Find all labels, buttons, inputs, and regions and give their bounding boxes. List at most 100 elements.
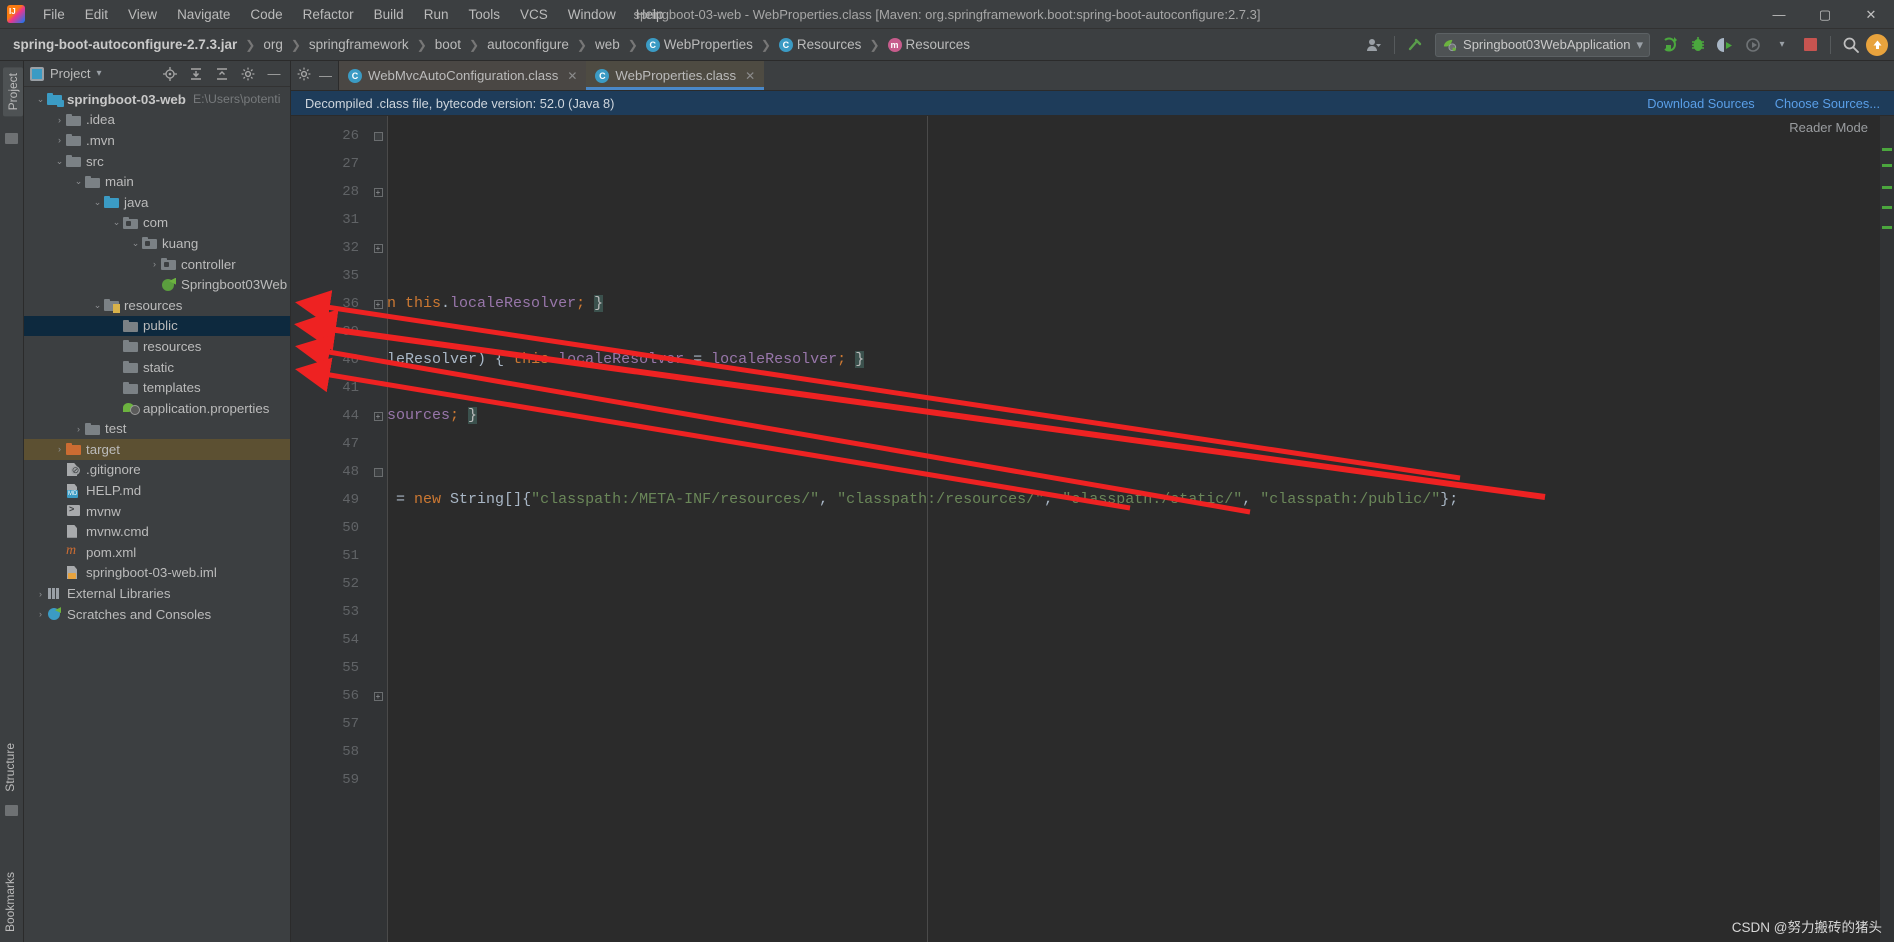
stop-button[interactable]: [1797, 33, 1823, 57]
run-button[interactable]: [1657, 33, 1683, 57]
fold-collapse-icon[interactable]: [373, 131, 383, 141]
profiler-button[interactable]: [1741, 33, 1767, 57]
fold-expand-icon[interactable]: +: [373, 411, 383, 421]
code-line[interactable]: [387, 318, 1894, 346]
choose-sources-link[interactable]: Choose Sources...: [1775, 96, 1880, 111]
tree-node-java[interactable]: ⌄ java: [24, 192, 290, 213]
breadcrumb[interactable]: spring-boot-autoconfigure-2.7.3.jar ❯ org ❯…: [10, 35, 1361, 54]
editor-tab[interactable]: C WebProperties.class ✕: [586, 61, 765, 90]
chevron-right-icon[interactable]: ›: [53, 135, 66, 145]
menu-item-edit[interactable]: Edit: [75, 3, 118, 26]
tree-node-external-libraries[interactable]: › External Libraries: [24, 583, 290, 604]
tree-node-com[interactable]: ⌄ com: [24, 213, 290, 234]
fold-marker[interactable]: +: [369, 402, 387, 430]
chevron-right-icon[interactable]: ›: [72, 424, 85, 434]
update-available-icon[interactable]: [1866, 33, 1888, 56]
tree-node-mvnw-cmd[interactable]: mvnw.cmd: [24, 521, 290, 542]
tree-node-resources[interactable]: ⌄ resources: [24, 295, 290, 316]
breadcrumb-item[interactable]: C Resources: [776, 35, 865, 54]
breadcrumb-item[interactable]: C WebProperties: [643, 35, 756, 54]
fold-marker[interactable]: +: [369, 290, 387, 318]
menu-item-build[interactable]: Build: [364, 3, 414, 26]
tool-window-project[interactable]: Project: [3, 67, 23, 117]
build-hammer-icon[interactable]: [1402, 33, 1428, 57]
fold-marker[interactable]: [369, 122, 387, 150]
code-line[interactable]: [387, 234, 1894, 262]
maximize-button[interactable]: ▢: [1802, 0, 1848, 29]
code-line[interactable]: [387, 206, 1894, 234]
menu-item-help[interactable]: Help: [626, 3, 674, 26]
code-line[interactable]: [387, 514, 1894, 542]
user-icon[interactable]: [1361, 33, 1387, 57]
code-line[interactable]: [387, 570, 1894, 598]
locate-icon[interactable]: [160, 64, 180, 84]
breadcrumb-item[interactable]: boot: [432, 35, 464, 54]
fold-expand-icon[interactable]: +: [373, 691, 383, 701]
tree-node--idea[interactable]: › .idea: [24, 110, 290, 131]
chevron-right-icon[interactable]: ›: [53, 444, 66, 454]
menu-item-refactor[interactable]: Refactor: [293, 3, 364, 26]
code-line[interactable]: [387, 150, 1894, 178]
close-button[interactable]: ✕: [1848, 0, 1894, 29]
settings-gear-icon[interactable]: [297, 67, 311, 84]
code-line[interactable]: [387, 766, 1894, 794]
code-folding-column[interactable]: + + + + +: [369, 116, 387, 942]
hide-editor-icon[interactable]: —: [319, 68, 332, 83]
breadcrumb-item[interactable]: spring-boot-autoconfigure-2.7.3.jar: [10, 35, 240, 54]
hide-panel-icon[interactable]: —: [264, 64, 284, 84]
chevron-down-icon[interactable]: ⌄: [110, 217, 123, 228]
tree-node-help-md[interactable]: HELP.md: [24, 480, 290, 501]
search-everywhere-icon[interactable]: [1838, 33, 1864, 57]
tree-node-springboot03web[interactable]: Springboot03Web: [24, 274, 290, 295]
close-icon[interactable]: ✕: [745, 69, 755, 83]
tree-node-target[interactable]: › target: [24, 439, 290, 460]
fold-expand-icon[interactable]: +: [373, 243, 383, 253]
settings-gear-icon[interactable]: [238, 64, 258, 84]
chevron-right-icon[interactable]: ›: [34, 589, 47, 599]
chevron-down-icon[interactable]: ⌄: [91, 300, 104, 311]
menu-bar[interactable]: File Edit View Navigate Code Refactor Build Run…: [33, 3, 674, 26]
code-line[interactable]: [387, 598, 1894, 626]
tree-node--gitignore[interactable]: .gitignore: [24, 460, 290, 481]
menu-item-navigate[interactable]: Navigate: [167, 3, 240, 26]
window-controls[interactable]: — ▢ ✕: [1756, 0, 1894, 29]
tree-node-main[interactable]: ⌄ main: [24, 171, 290, 192]
code-content[interactable]: n this.localeResolver; } leResolver) { th…: [387, 116, 1894, 942]
breadcrumb-item[interactable]: autoconfigure: [484, 35, 572, 54]
tree-node-mvnw[interactable]: mvnw: [24, 501, 290, 522]
code-editor[interactable]: 26 27 28 31 32 35 36 39 40 41 44 47 48 49 50 51 52 53 54 55…: [291, 116, 1894, 942]
breadcrumb-item[interactable]: org: [260, 35, 286, 54]
menu-item-run[interactable]: Run: [414, 3, 459, 26]
project-tree[interactable]: ⌄ springboot-03-web E:\Users\potenti › .idea…: [24, 87, 290, 942]
chevron-down-icon[interactable]: ⌄: [72, 176, 85, 187]
fold-marker[interactable]: +: [369, 178, 387, 206]
tool-window-bookmarks[interactable]: Bookmarks: [3, 872, 17, 932]
tree-node-kuang[interactable]: ⌄ kuang: [24, 233, 290, 254]
menu-item-window[interactable]: Window: [558, 3, 626, 26]
run-configuration-selector[interactable]: Springboot03WebApplication ▾: [1435, 32, 1650, 57]
chevron-down-icon[interactable]: ⌄: [129, 238, 142, 249]
run-with-coverage-button[interactable]: [1713, 33, 1739, 57]
tree-node-pom-xml[interactable]: pom.xml: [24, 542, 290, 563]
tool-window-structure[interactable]: Structure: [3, 743, 17, 792]
chevron-right-icon[interactable]: ›: [148, 259, 161, 269]
error-stripe-margin[interactable]: [1880, 116, 1894, 942]
fold-expand-icon[interactable]: +: [373, 187, 383, 197]
code-line[interactable]: [387, 122, 1894, 150]
menu-item-vcs[interactable]: VCS: [510, 3, 558, 26]
breadcrumb-item[interactable]: web: [592, 35, 623, 54]
chevron-right-icon[interactable]: ›: [53, 115, 66, 125]
fold-marker[interactable]: +: [369, 682, 387, 710]
chevron-down-icon[interactable]: ▾: [1636, 37, 1643, 53]
code-line[interactable]: [387, 654, 1894, 682]
menu-item-file[interactable]: File: [33, 3, 75, 26]
code-line[interactable]: [387, 626, 1894, 654]
tree-node-test[interactable]: › test: [24, 419, 290, 440]
tree-node-public[interactable]: public: [24, 315, 290, 337]
menu-item-tools[interactable]: Tools: [458, 3, 510, 26]
editor-tab[interactable]: C WebMvcAutoConfiguration.class ✕: [339, 61, 587, 90]
code-line[interactable]: [387, 738, 1894, 766]
collapse-all-icon[interactable]: [212, 64, 232, 84]
code-line[interactable]: [387, 374, 1894, 402]
tree-node-scratches-and-consoles[interactable]: › Scratches and Consoles: [24, 604, 290, 625]
